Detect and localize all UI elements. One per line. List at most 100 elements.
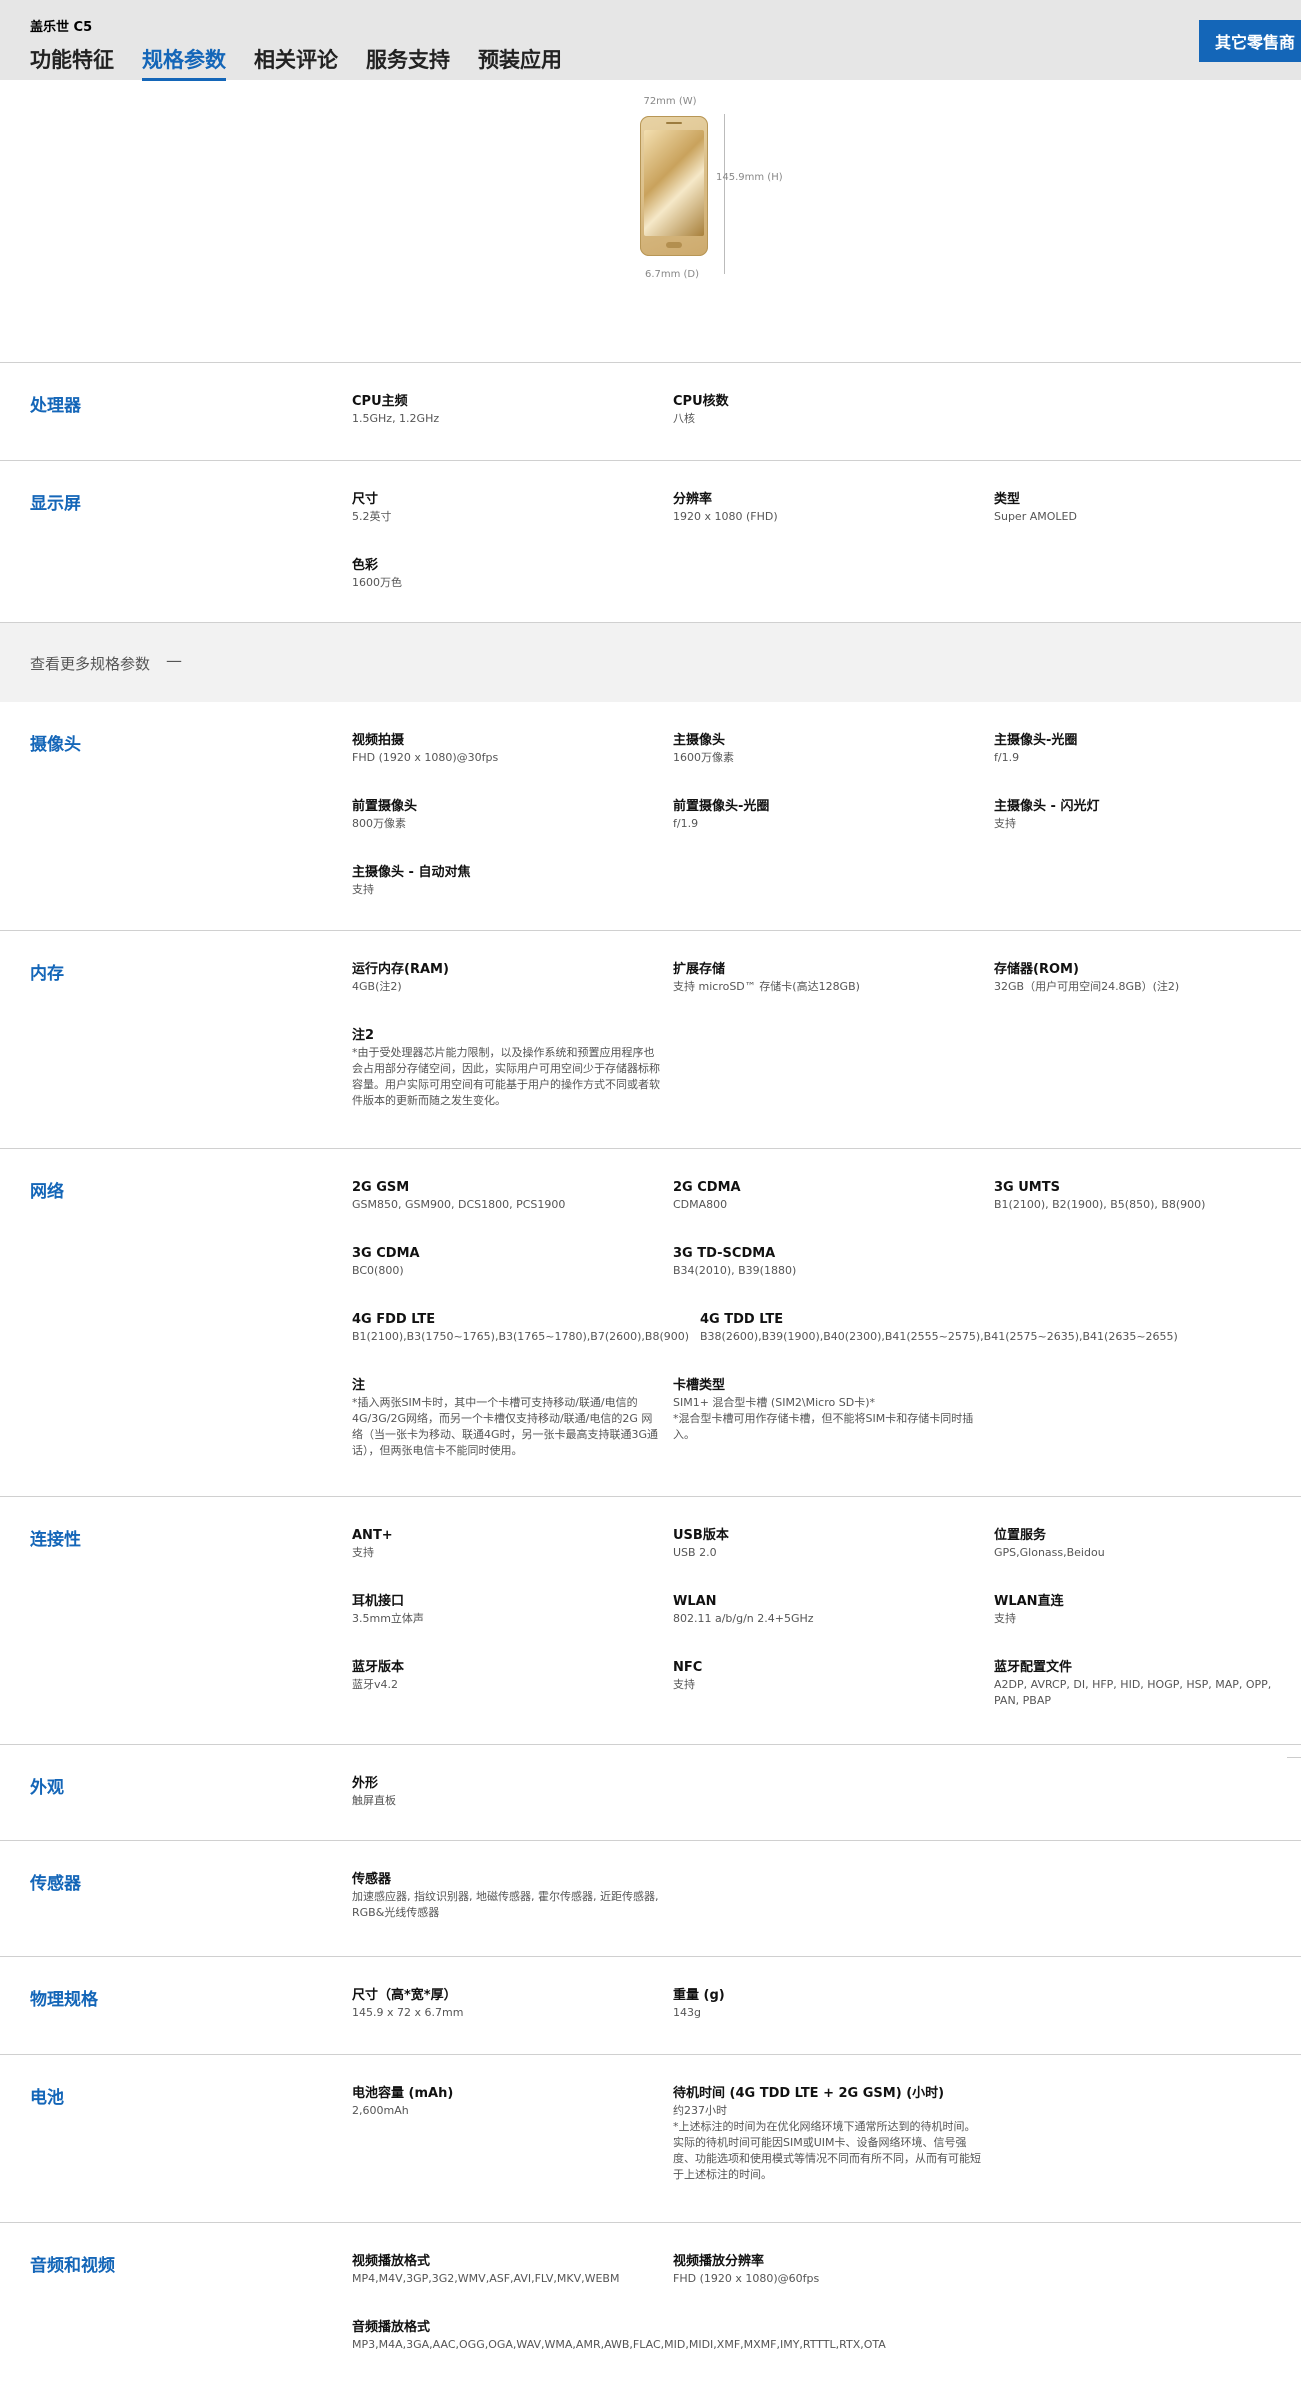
spec-value: SIM1+ 混合型卡槽 (SIM2\Micro SD卡)* *混合型卡槽可用作存… xyxy=(673,1396,974,1441)
spec-value: CDMA800 xyxy=(673,1198,728,1211)
tab-specs[interactable]: 规格参数 xyxy=(142,44,226,81)
spec-item: 主摄像头 - 自动对焦 支持 xyxy=(352,864,662,898)
phone-image xyxy=(640,116,708,256)
spec-label: 电池容量 (mAh) xyxy=(352,2086,454,2101)
spec-value: 约237小时 *上述标注的时间为在优化网络环境下通常所达到的待机时间。实际的待机… xyxy=(673,2104,981,2181)
spec-item: 电池容量 (mAh) 2,600mAh xyxy=(352,2085,662,2119)
spec-label: 主摄像头 xyxy=(673,733,726,748)
spec-value: GSM850, GSM900, DCS1800, PCS1900 xyxy=(352,1198,566,1211)
spec-value: 143g xyxy=(673,2006,701,2019)
spec-item: 待机时间 (4G TDD LTE + 2G GSM) (小时) 约237小时 *… xyxy=(673,2085,983,2183)
spec-value: A2DP, AVRCP, DI, HFP, HID, HOGP, HSP, MA… xyxy=(994,1678,1272,1707)
spec-value: 触屏直板 xyxy=(352,1794,396,1807)
phone-dimension-diagram: 72mm (W) 145.9mm (H) 6.7mm (D) xyxy=(630,94,790,294)
spec-value: Super AMOLED xyxy=(994,510,1077,523)
spec-value: MP3,M4A,3GA,AAC,OGG,OGA,WAV,WMA,AMR,AWB,… xyxy=(352,2338,886,2351)
section-title: 网络 xyxy=(30,1182,64,1202)
spec-value: MP4,M4V,3GP,3G2,WMV,ASF,AVI,FLV,MKV,WEBM xyxy=(352,2272,620,2285)
speaker-slot xyxy=(666,122,682,124)
tab-reviews[interactable]: 相关评论 xyxy=(254,44,338,81)
section-camera: 摄像头 视频拍摄 FHD (1920 x 1080)@30fps 主摄像头 16… xyxy=(0,702,1301,930)
section-memory: 内存 运行内存(RAM) 4GB(注2) 扩展存储 支持 microSD™ 存储… xyxy=(0,930,1301,1148)
spec-item: 位置服务 GPS,Glonass,Beidou xyxy=(994,1527,1301,1561)
spec-item: CPU主频 1.5GHz, 1.2GHz xyxy=(352,393,662,427)
section-network: 网络 2G GSM GSM850, GSM900, DCS1800, PCS19… xyxy=(0,1148,1301,1496)
spec-item: 重量 (g) 143g xyxy=(673,1987,983,2021)
tab-bar: 功能特征 规格参数 相关评论 服务支持 预装应用 xyxy=(30,44,590,81)
spec-label: 分辨率 xyxy=(673,492,713,507)
spec-value: *由于受处理器芯片能力限制，以及操作系统和预置应用程序也会占用部分存储空间，因此… xyxy=(352,1046,660,1107)
spec-value: 802.11 a/b/g/n 2.4+5GHz xyxy=(673,1612,814,1625)
spec-item: 色彩 1600万色 xyxy=(352,557,662,591)
tab-apps[interactable]: 预装应用 xyxy=(478,44,562,81)
tab-support[interactable]: 服务支持 xyxy=(366,44,450,81)
more-specs-toggle[interactable]: 查看更多规格参数 — xyxy=(0,622,1301,702)
spec-item: 音频播放格式 MP3,M4A,3GA,AAC,OGG,OGA,WAV,WMA,A… xyxy=(352,2319,1052,2353)
spec-value: B1(2100), B2(1900), B5(850), B8(900) xyxy=(994,1198,1206,1211)
section-title: 物理规格 xyxy=(30,1990,98,2010)
spec-label: 蓝牙配置文件 xyxy=(994,1660,1073,1675)
spec-item: 传感器 加速感应器, 指纹识别器, 地磁传感器, 霍尔传感器, 近距传感器, R… xyxy=(352,1871,662,1921)
phone-screen xyxy=(644,130,704,236)
spec-item: 3G CDMA BC0(800) xyxy=(352,1245,662,1279)
width-label: 72mm (W) xyxy=(643,96,697,107)
spec-value: 1920 x 1080 (FHD) xyxy=(673,510,778,523)
section-title: 处理器 xyxy=(30,396,81,416)
spec-value: 145.9 x 72 x 6.7mm xyxy=(352,2006,464,2019)
spec-value: FHD (1920 x 1080)@30fps xyxy=(352,751,499,764)
spec-item: 3G UMTS B1(2100), B2(1900), B5(850), B8(… xyxy=(994,1179,1301,1213)
spec-label: NFC xyxy=(673,1660,703,1675)
spec-value: 蓝牙v4.2 xyxy=(352,1678,399,1691)
section-title: 音频和视频 xyxy=(30,2256,115,2276)
spec-label: 运行内存(RAM) xyxy=(352,962,449,977)
spec-item: 存储器(ROM) 32GB（用户可用空间24.8GB）(注2) xyxy=(994,961,1301,995)
spec-label: 3G TD-SCDMA xyxy=(673,1246,776,1261)
section-title: 显示屏 xyxy=(30,494,81,514)
spec-label: 扩展存储 xyxy=(673,962,726,977)
height-line xyxy=(724,114,725,274)
other-retailers-button[interactable]: 其它零售商 xyxy=(1199,20,1301,62)
top-nav-bar: 盖乐世 C5 功能特征 规格参数 相关评论 服务支持 预装应用 其它零售商 xyxy=(0,0,1301,81)
spec-value: f/1.9 xyxy=(673,817,699,830)
spec-label: WLAN直连 xyxy=(994,1594,1064,1609)
spec-value: B1(2100),B3(1750~1765),B3(1765~1780),B7(… xyxy=(352,1330,690,1343)
spec-item: ANT+ 支持 xyxy=(352,1527,662,1561)
spec-label: 色彩 xyxy=(352,558,379,573)
spec-item: USB版本 USB 2.0 xyxy=(673,1527,983,1561)
home-button xyxy=(666,242,682,248)
spec-label: 前置摄像头 xyxy=(352,799,418,814)
spec-label: 存储器(ROM) xyxy=(994,962,1079,977)
spec-label: 重量 (g) xyxy=(673,1988,725,2003)
spec-label: 主摄像头 - 闪光灯 xyxy=(994,799,1100,814)
spec-value: 2,600mAh xyxy=(352,2104,409,2117)
spec-item: 耳机接口 3.5mm立体声 xyxy=(352,1593,662,1627)
spec-item: CPU核数 八核 xyxy=(673,393,983,427)
spec-item: 类型 Super AMOLED xyxy=(994,491,1301,525)
tab-features[interactable]: 功能特征 xyxy=(30,44,114,81)
spec-label: 注 xyxy=(352,1378,366,1393)
spec-label: 注2 xyxy=(352,1028,375,1043)
section-title: 传感器 xyxy=(30,1874,81,1894)
spec-item: 4G TDD LTE B38(2600),B39(1900),B40(2300)… xyxy=(700,1311,1200,1345)
section-connectivity: 连接性 ANT+ 支持 USB版本 USB 2.0 位置服务 GPS,Glona… xyxy=(0,1496,1301,1744)
spec-value: 5.2英寸 xyxy=(352,510,392,523)
spec-item: 视频拍摄 FHD (1920 x 1080)@30fps xyxy=(352,732,662,766)
spec-label: 待机时间 (4G TDD LTE + 2G GSM) (小时) xyxy=(673,2086,945,2101)
section-appearance: 外观 外形 触屏直板 xyxy=(0,1744,1301,1840)
spec-label: 蓝牙版本 xyxy=(352,1660,405,1675)
height-label: 145.9mm (H) xyxy=(716,172,783,183)
spec-label: CPU主频 xyxy=(352,394,408,409)
spec-item: WLAN直连 支持 xyxy=(994,1593,1301,1627)
spec-label: 耳机接口 xyxy=(352,1594,405,1609)
spec-label: 类型 xyxy=(994,492,1021,507)
spec-item: 卡槽类型 SIM1+ 混合型卡槽 (SIM2\Micro SD卡)* *混合型卡… xyxy=(673,1377,983,1443)
spec-item: 蓝牙版本 蓝牙v4.2 xyxy=(352,1659,662,1693)
spec-item: 注2 *由于受处理器芯片能力限制，以及操作系统和预置应用程序也会占用部分存储空间… xyxy=(352,1027,662,1109)
spec-item: NFC 支持 xyxy=(673,1659,983,1693)
spec-label: 主摄像头-光圈 xyxy=(994,733,1078,748)
spec-item: 2G GSM GSM850, GSM900, DCS1800, PCS1900 xyxy=(352,1179,662,1213)
collapse-icon: — xyxy=(166,651,182,670)
spec-label: 4G TDD LTE xyxy=(700,1312,784,1327)
spec-label: 音频播放格式 xyxy=(352,2320,431,2335)
spec-value: B38(2600),B39(1900),B40(2300),B41(2555~2… xyxy=(700,1330,1178,1343)
